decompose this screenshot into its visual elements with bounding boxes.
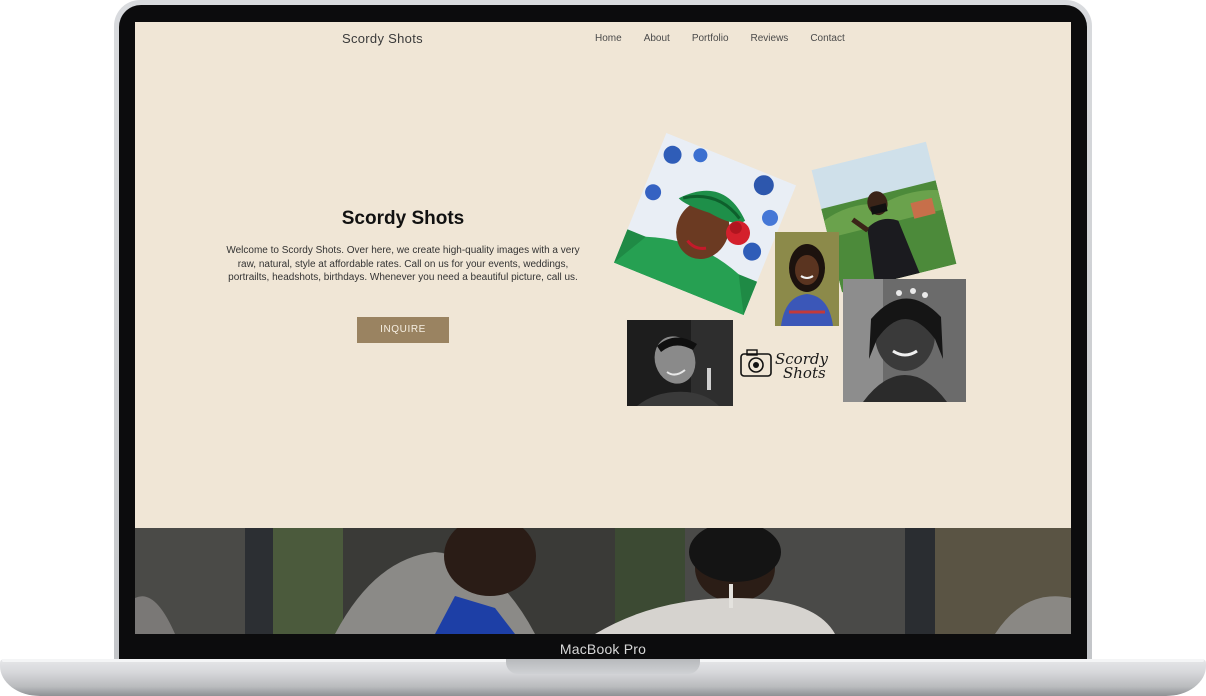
device-model-label: MacBook Pro: [559, 641, 647, 657]
navbar: Scordy Shots Home About Portfolio Review…: [135, 22, 1071, 56]
collage-photo-bw-braids: [843, 279, 966, 402]
nav-link-portfolio[interactable]: Portfolio: [692, 33, 729, 44]
inquire-button[interactable]: INQUIRE: [357, 317, 449, 343]
collage-logo-text: Scordy Shots: [775, 352, 828, 382]
nav-link-reviews[interactable]: Reviews: [751, 33, 789, 44]
site-brand[interactable]: Scordy Shots: [342, 31, 423, 46]
collage-photo-smiling-woman: [775, 232, 839, 326]
hero-title: Scordy Shots: [341, 208, 465, 229]
nav-menu: Home About Portfolio Reviews Contact: [595, 33, 867, 44]
laptop-opening-notch: [506, 659, 700, 674]
collage-photo-bw-portrait: [627, 320, 733, 406]
nav-link-home[interactable]: Home: [595, 33, 622, 44]
nav-link-about[interactable]: About: [644, 33, 670, 44]
nav-link-contact[interactable]: Contact: [810, 33, 844, 44]
collage-logo-line2: Shots: [783, 364, 826, 382]
bottom-banner-image: [135, 528, 1071, 634]
website-screen: Scordy Shots Home About Portfolio Review…: [135, 22, 1071, 634]
hero-description: Welcome to Scordy Shots. Over here, we c…: [226, 245, 580, 283]
laptop-frame: MacBook Pro Scordy Shots Home About Port…: [0, 0, 1206, 696]
collage-photo-portrait-headwrap: [613, 132, 797, 316]
